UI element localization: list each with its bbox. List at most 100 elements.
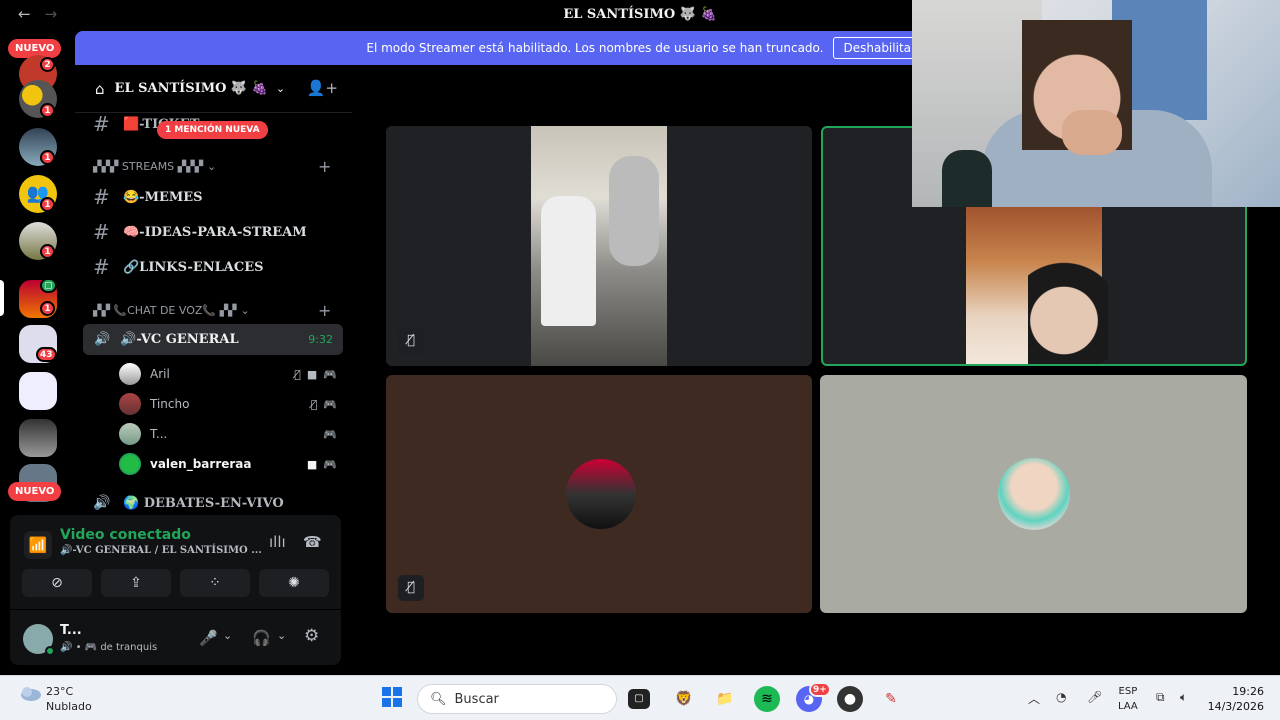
new-mention-pill[interactable]: 1 MENCIÓN NUEVA	[157, 121, 268, 139]
discord-badge: 9+	[809, 682, 831, 697]
badge-3: 1	[40, 150, 55, 165]
mic-muted-icon: 🎙̸	[398, 328, 424, 354]
online-status-icon	[45, 646, 55, 656]
windows-taskbar: 23°C Nublado 🔍︎ Buscar ▢ 🦁 📁 ≋ ◕ 9+ ● ✎ …	[0, 675, 1280, 720]
screen-share-button[interactable]: ⇪	[101, 569, 171, 597]
gear-icon[interactable]: ⚙	[304, 626, 319, 646]
voice-member[interactable]: Aril 🎙̸ ■ 🎮	[119, 363, 339, 385]
chevron-down-icon: ⌄	[207, 160, 217, 173]
display-icon[interactable]: ⧉	[1156, 690, 1165, 705]
file-explorer-icon[interactable]: 📁	[712, 686, 738, 712]
chevron-down-icon: ⌄	[275, 82, 286, 95]
mic-muted-icon: 🎙̸	[294, 367, 301, 381]
voice-connection-panel: 📶 Video conectado 🔊-VC GENERAL / EL SANT…	[10, 515, 341, 609]
windows-start-icon[interactable]	[379, 686, 405, 712]
server-icon-8[interactable]	[19, 372, 57, 410]
user-panel: T... 🔊 • 🎮 de tranquis 🎤 ⌄ 🎧 ⌄ ⚙	[10, 610, 341, 665]
activity-icon: 🎮	[323, 457, 337, 471]
voice-timer: 9:32	[308, 333, 333, 346]
network-icon[interactable]: ◔	[1056, 690, 1066, 704]
camera-off-button[interactable]: ⊘	[22, 569, 92, 597]
invite-people-icon[interactable]: 👤+	[307, 79, 338, 97]
headphones-icon[interactable]: 🎧	[252, 629, 271, 647]
channel-links[interactable]: # 🔗LINKS-ENLACES	[93, 255, 264, 279]
weather-temp: 23°C	[46, 685, 74, 698]
badge-6: 1	[40, 301, 55, 316]
weather-widget[interactable]: 23°C Nublado	[46, 684, 92, 714]
microphone-icon[interactable]: 🎤	[199, 629, 218, 647]
channel-label: 🔗LINKS-ENLACES	[123, 259, 264, 275]
channel-label: 🧠-IDEAS-PARA-STREAM	[123, 224, 307, 240]
connection-location[interactable]: 🔊-VC GENERAL / EL SANTÍSIMO ...	[60, 545, 262, 556]
chevron-up-icon[interactable]: ︿	[1028, 690, 1040, 707]
video-feed	[966, 206, 1108, 364]
disconnect-icon[interactable]: ☎	[303, 533, 322, 551]
cloud-icon[interactable]	[18, 684, 42, 702]
add-channel-icon[interactable]: +	[318, 301, 331, 320]
channel-memes[interactable]: # 😂-MEMES	[93, 185, 203, 209]
speaker-icon: 🔊	[94, 332, 111, 347]
search-placeholder: Buscar	[454, 691, 499, 707]
mic-muted-icon: 🎙̸	[310, 397, 318, 411]
pen-app-icon[interactable]: ✎	[878, 686, 904, 712]
badge-2: 1	[40, 103, 55, 118]
activity-icon: 🎮	[323, 427, 337, 441]
spotify-icon[interactable]: ≋	[754, 686, 780, 712]
voice-channel-active[interactable]: 🔊 🔊-VC GENERAL 9:32	[83, 324, 343, 355]
member-name: Aril	[150, 367, 170, 381]
clock-time: 19:26	[1232, 685, 1264, 698]
noise-suppression-icon[interactable]: ıllı	[269, 533, 286, 551]
member-name: valen_barreraa	[150, 457, 252, 471]
server-header[interactable]: ⌂ EL SANTÍSIMO 🐺 🍇 ⌄ 👤+	[75, 65, 352, 113]
volume-icon[interactable]: 🔈︎	[1180, 690, 1187, 705]
voice-member[interactable]: valen_barreraa ■ 🎮	[119, 453, 339, 475]
discord-app: ← → EL SANTÍSIMO 🐺 🍇 El modo Streamer es…	[0, 0, 1280, 675]
chevron-down-icon[interactable]: ⌄	[277, 629, 286, 642]
user-status: 🔊 • 🎮 de tranquis	[60, 642, 158, 653]
system-clock[interactable]: 19:26 14/3/2026	[1206, 684, 1264, 714]
activities-button[interactable]: ⁘	[180, 569, 250, 597]
connection-state: Video conectado	[60, 527, 191, 543]
category-streams[interactable]: ▞▞▞ STREAMS ▞▞▞ ⌄ +	[93, 157, 331, 176]
channel-label: 😂-MEMES	[123, 189, 203, 205]
streamer-mode-message: El modo Streamer está habilitado. Los no…	[366, 41, 824, 55]
voice-member[interactable]: Tincho 🎙̸ 🎮	[119, 393, 339, 415]
chevron-down-icon[interactable]: ⌄	[223, 629, 232, 642]
task-view-icon[interactable]: ▢	[628, 689, 650, 709]
avatar	[119, 423, 141, 445]
voice-member[interactable]: T... 🎮	[119, 423, 339, 445]
hash-icon: #	[93, 220, 110, 244]
new-pill-bottom[interactable]: NUEVO	[8, 482, 62, 501]
streamer-mode-banner: El modo Streamer está habilitado. Los no…	[75, 31, 925, 65]
category-label: ▞▞▞ STREAMS ▞▞▞	[93, 160, 204, 173]
avatar	[119, 453, 141, 475]
server-icon-9[interactable]	[19, 419, 57, 457]
badge-5: 1	[40, 244, 55, 259]
camera-icon: ■	[306, 367, 318, 381]
avatar	[119, 393, 141, 415]
video-tile-4[interactable]	[820, 375, 1247, 613]
voice-channel-label: 🔊-VC GENERAL	[120, 332, 239, 347]
member-name: T...	[150, 427, 168, 441]
weather-desc: Nublado	[46, 700, 92, 713]
microphone-icon[interactable]: 🎤︎	[1087, 690, 1102, 704]
voice-channel-debates[interactable]: 🔊 🌍 DEBATES-EN-VIVO	[93, 495, 284, 511]
brave-browser-icon[interactable]: 🦁	[671, 686, 697, 712]
disable-streamer-mode-button[interactable]: Deshabilita	[833, 37, 921, 59]
channel-label: 🌍 DEBATES-EN-VIVO	[123, 495, 284, 511]
signal-icon[interactable]: 📶	[24, 531, 52, 559]
language-indicator[interactable]: ESP LAA	[1118, 684, 1138, 714]
lang-code: ESP	[1118, 686, 1138, 697]
taskbar-search[interactable]: 🔍︎ Buscar	[417, 684, 617, 714]
app-icon[interactable]: ●	[837, 686, 863, 712]
channel-ideas[interactable]: # 🧠-IDEAS-PARA-STREAM	[93, 220, 307, 244]
soundboard-button[interactable]: ✺	[259, 569, 329, 597]
speaker-icon: 🔊	[93, 495, 111, 511]
category-voice[interactable]: ▞▞ 📞CHAT DE VOZ📞 ▞▞ ⌄ +	[93, 301, 331, 320]
video-tile-3[interactable]: 🎙̸	[386, 375, 812, 613]
add-channel-icon[interactable]: +	[318, 157, 331, 176]
mic-muted-icon: 🎙̸	[398, 575, 424, 601]
server-name: EL SANTÍSIMO 🐺 🍇	[114, 81, 268, 96]
video-tile-1[interactable]: 🎙̸	[386, 126, 812, 366]
hash-icon: #	[93, 185, 110, 209]
